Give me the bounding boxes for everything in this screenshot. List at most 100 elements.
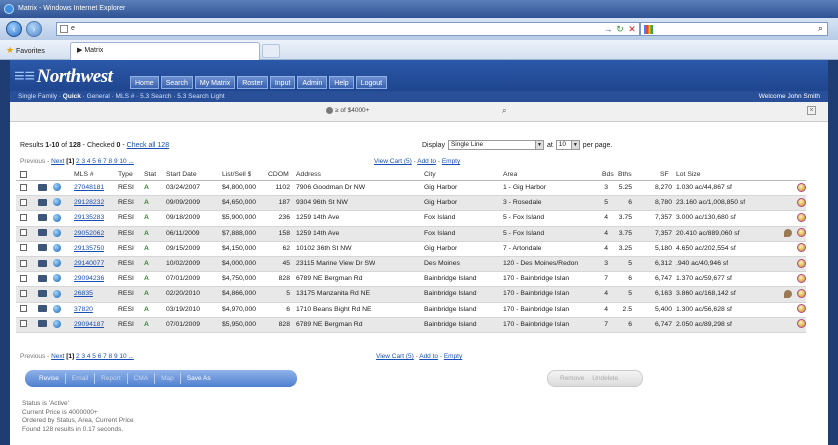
report-button[interactable]: Report <box>95 373 128 384</box>
forward-button[interactable]: › <box>26 21 42 37</box>
status-ball-icon[interactable] <box>797 258 806 268</box>
table-row[interactable]: 26835 RESI A 02/20/2010 $4,866,000 5 13175 Man… <box>16 287 806 303</box>
globe-icon[interactable] <box>53 274 61 283</box>
row-checkbox[interactable] <box>20 244 27 252</box>
close-icon[interactable]: × <box>807 106 816 115</box>
cell-mls[interactable]: 26835 <box>74 287 93 301</box>
col-city[interactable]: City <box>424 169 436 181</box>
revise-button[interactable]: Revise <box>33 373 66 384</box>
add-to-link[interactable]: Add to <box>417 158 436 165</box>
go-arrow-icon[interactable]: → <box>602 23 614 35</box>
display-select[interactable]: Single Line ▼ <box>447 140 544 150</box>
row-checkbox[interactable] <box>20 274 27 282</box>
new-tab-button[interactable] <box>262 44 280 58</box>
globe-icon[interactable] <box>53 198 61 207</box>
nav-roster[interactable]: Roster <box>237 76 268 89</box>
col-list-sell[interactable]: List/Sell $ <box>222 169 251 181</box>
car-icon[interactable] <box>38 274 47 282</box>
row-checkbox[interactable] <box>20 305 27 313</box>
nav-logout[interactable]: Logout <box>355 76 388 89</box>
globe-icon[interactable] <box>53 183 61 192</box>
previous-link[interactable]: Previous <box>20 353 45 360</box>
row-checkbox[interactable] <box>20 320 27 328</box>
cell-mls[interactable]: 29128232 <box>74 196 104 210</box>
car-icon[interactable] <box>38 198 47 206</box>
nav-admin[interactable]: Admin <box>297 76 328 89</box>
globe-icon[interactable] <box>53 243 61 252</box>
status-ball-icon[interactable] <box>797 243 806 253</box>
status-ball-icon[interactable] <box>797 197 806 207</box>
col-sf[interactable]: SF <box>660 169 669 181</box>
globe-icon[interactable] <box>53 289 61 298</box>
nav-input[interactable]: Input <box>269 76 296 89</box>
search-icon[interactable]: ⌕ <box>818 23 823 34</box>
view-cart-link[interactable]: View Cart (5) <box>376 353 414 360</box>
car-icon[interactable] <box>38 229 47 237</box>
row-checkbox[interactable] <box>20 214 27 222</box>
nav-home[interactable]: Home <box>130 76 159 89</box>
col-area[interactable]: Area <box>503 169 517 181</box>
browser-search-input[interactable]: ⌕ <box>640 22 828 36</box>
car-icon[interactable] <box>38 214 47 222</box>
table-row[interactable]: 29052062 RESI A 06/11/2009 $7,888,000 158 1259… <box>16 226 806 242</box>
undelete-button[interactable]: Undelete <box>592 375 618 382</box>
nav-help[interactable]: Help <box>329 76 354 89</box>
table-row[interactable]: 29128232 RESI A 09/09/2009 $4,650,000 187 9304… <box>16 196 806 212</box>
car-icon[interactable] <box>38 290 47 298</box>
table-row[interactable]: 29094187 RESI A 07/01/2009 $5,950,000 828 6789… <box>16 317 806 333</box>
page-links[interactable]: 2 3 4 5 6 7 8 9 10 ... <box>76 353 134 360</box>
col-start-date[interactable]: Start Date <box>166 169 197 181</box>
col-bds[interactable]: Bds <box>602 169 614 181</box>
status-ball-icon[interactable] <box>797 319 806 329</box>
table-row[interactable]: 37820 RESI A 03/19/2010 $4,970,000 6 1710 Bean… <box>16 303 806 318</box>
previous-link[interactable]: Previous <box>20 158 45 165</box>
stop-icon[interactable]: ✕ <box>626 23 638 35</box>
remove-button[interactable]: Remove <box>560 375 584 382</box>
cell-mls[interactable]: 37820 <box>74 303 93 317</box>
row-checkbox[interactable] <box>20 198 27 206</box>
status-ball-icon[interactable] <box>797 213 806 223</box>
per-page-select[interactable]: 10 ▼ <box>555 140 580 150</box>
row-checkbox[interactable] <box>20 290 27 298</box>
next-link[interactable]: Next <box>51 353 64 360</box>
cell-mls[interactable]: 29135283 <box>74 211 104 225</box>
email-button[interactable]: Email <box>66 373 96 384</box>
map-pin-icon[interactable] <box>784 228 792 237</box>
status-ball-icon[interactable] <box>797 228 806 238</box>
save-as-button[interactable]: Save As <box>181 373 217 384</box>
col-mls[interactable]: MLS # <box>74 169 94 181</box>
table-row[interactable]: 29135283 RESI A 09/18/2009 $5,900,000 236 1259… <box>16 211 806 227</box>
cell-mls[interactable]: 29094236 <box>74 272 104 286</box>
globe-icon[interactable] <box>53 259 61 268</box>
status-ball-icon[interactable] <box>797 304 806 314</box>
status-ball-icon[interactable] <box>797 182 806 192</box>
cell-mls[interactable]: 29052062 <box>74 227 104 241</box>
back-button[interactable]: ‹ <box>6 21 22 37</box>
car-icon[interactable] <box>38 244 47 252</box>
select-all-checkbox[interactable] <box>20 170 27 178</box>
add-to-link[interactable]: Add to <box>419 353 438 360</box>
row-checkbox[interactable] <box>20 183 27 191</box>
next-link[interactable]: Next <box>51 158 64 165</box>
cell-mls[interactable]: 29094187 <box>74 318 104 332</box>
cell-mls[interactable]: 29135750 <box>74 242 104 256</box>
nav-search[interactable]: Search <box>160 76 193 89</box>
row-checkbox[interactable] <box>20 229 27 237</box>
logo[interactable]: ≡≡ Northwest <box>14 66 113 88</box>
col-type[interactable]: Type <box>118 169 133 181</box>
globe-icon[interactable] <box>53 213 61 222</box>
car-icon[interactable] <box>38 320 47 328</box>
car-icon[interactable] <box>38 183 47 191</box>
globe-icon[interactable] <box>53 228 61 237</box>
col-address[interactable]: Address <box>296 169 321 181</box>
empty-cart-link[interactable]: Empty <box>444 353 462 360</box>
status-ball-icon[interactable] <box>797 273 806 283</box>
col-stat[interactable]: Stat <box>144 169 156 181</box>
row-checkbox[interactable] <box>20 259 27 267</box>
table-row[interactable]: 29094236 RESI A 07/01/2009 $4,750,000 828 6789… <box>16 272 806 288</box>
address-input[interactable]: e <box>56 22 640 36</box>
breadcrumb-post[interactable]: · General · MLS # · 5.3 Search · 5.3 Sea… <box>81 93 225 100</box>
col-bths[interactable]: Bths <box>618 169 632 181</box>
table-row[interactable]: 27048181 RESI A 03/24/2007 $4,800,000 1102 790… <box>16 181 806 197</box>
cell-mls[interactable]: 27048181 <box>74 181 104 195</box>
